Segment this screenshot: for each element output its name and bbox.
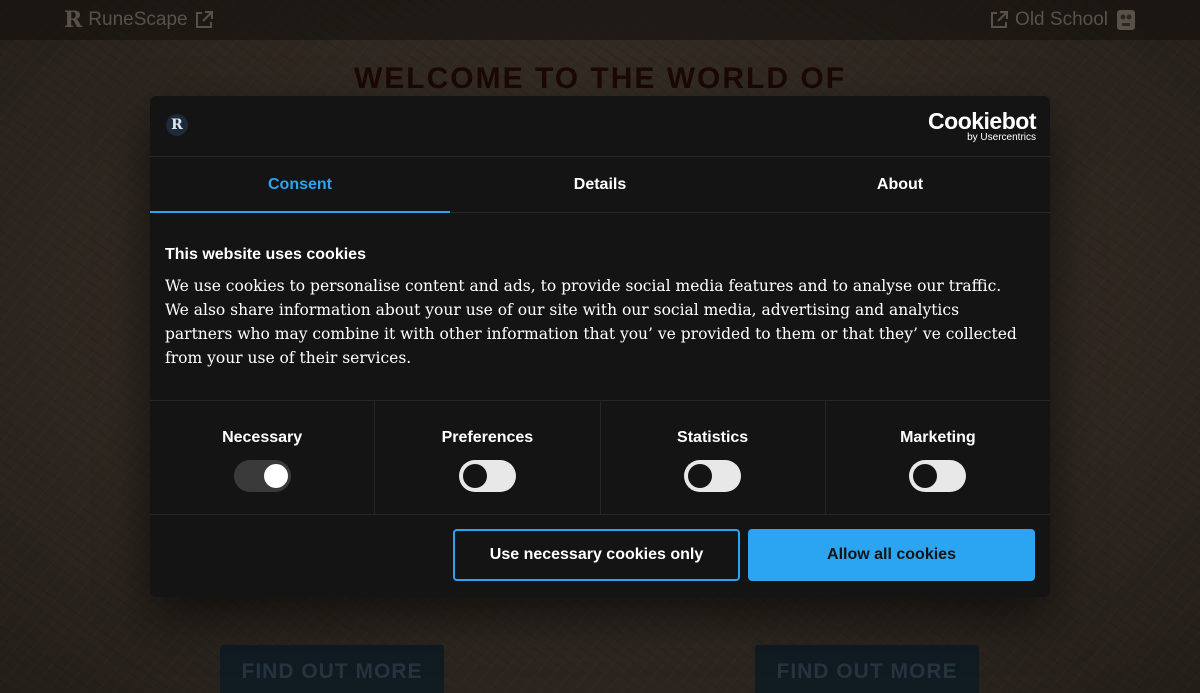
necessary-toggle[interactable]	[233, 460, 291, 492]
tab-consent[interactable]: Consent	[150, 157, 450, 213]
cookie-category-toggles: Necessary Preferences Statistics Marketi…	[150, 400, 1050, 515]
category-marketing: Marketing	[826, 401, 1050, 514]
marketing-toggle[interactable]	[909, 460, 967, 492]
cookiebot-name: Cookiebot	[928, 108, 1036, 134]
statistics-toggle[interactable]	[684, 460, 742, 492]
cookie-consent-dialog: R Cookiebot by Usercentrics Consent Deta…	[150, 96, 1050, 597]
toggle-knob	[263, 464, 288, 488]
category-label: Marketing	[900, 429, 976, 446]
preferences-toggle[interactable]	[458, 460, 516, 492]
category-label: Necessary	[222, 429, 303, 446]
dialog-header: R Cookiebot by Usercentrics	[150, 96, 1050, 157]
allow-all-cookies-button[interactable]: Allow all cookies	[748, 529, 1035, 581]
consent-title: This website uses cookies	[165, 246, 366, 263]
tab-about[interactable]: About	[750, 157, 1050, 212]
cookiebot-logo[interactable]: Cookiebot by Usercentrics	[928, 108, 1036, 144]
category-preferences: Preferences	[375, 401, 601, 514]
consent-content: This website uses cookies We use cookies…	[165, 246, 1027, 370]
toggle-knob	[462, 464, 487, 488]
dialog-tabs: Consent Details About	[150, 157, 1050, 213]
toggle-knob	[688, 464, 713, 488]
category-statistics: Statistics	[601, 401, 826, 514]
site-logo-icon: R	[166, 114, 188, 136]
use-necessary-cookies-button[interactable]: Use necessary cookies only	[453, 529, 740, 581]
category-label: Preferences	[441, 429, 534, 446]
category-necessary: Necessary	[150, 401, 376, 514]
consent-description: We use cookies to personalise content an…	[165, 277, 1017, 367]
category-label: Statistics	[677, 429, 749, 446]
tab-details[interactable]: Details	[450, 157, 750, 212]
toggle-knob	[913, 464, 938, 488]
